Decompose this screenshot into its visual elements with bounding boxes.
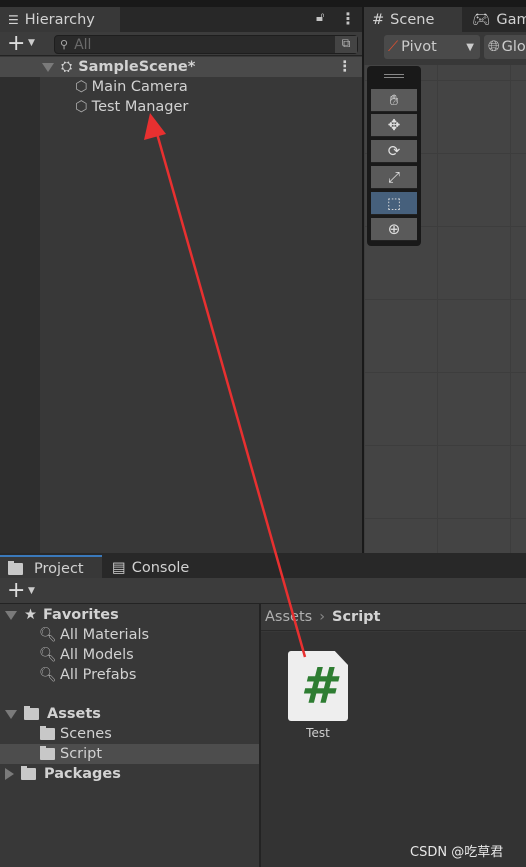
arrow-head xyxy=(144,113,166,140)
arrow-line xyxy=(154,129,307,658)
annotation-arrow xyxy=(144,113,307,658)
